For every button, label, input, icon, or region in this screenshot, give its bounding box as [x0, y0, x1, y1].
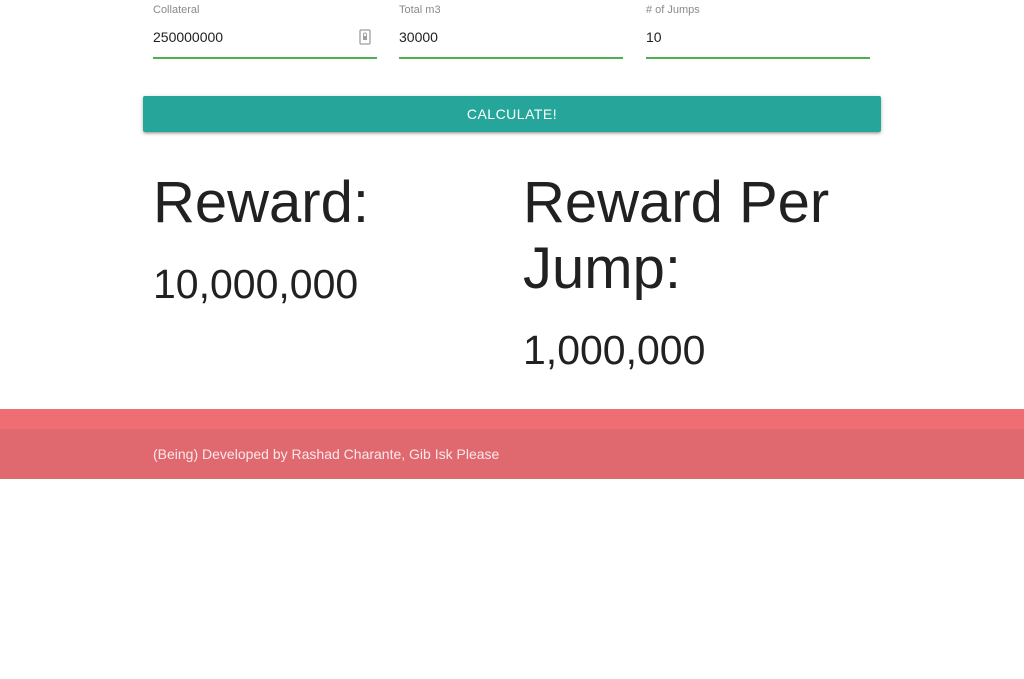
jumps-field: # of Jumps	[646, 0, 870, 60]
page: Collateral Total m3 # of Jumps CALCULATE…	[0, 0, 1024, 679]
total-m3-underline	[399, 57, 623, 59]
password-manager-icon[interactable]	[357, 28, 373, 46]
reward-per-jump-heading-line1: Reward Per	[523, 170, 830, 235]
footer-top-band	[0, 409, 1024, 429]
collateral-input[interactable]	[153, 26, 353, 48]
total-m3-field: Total m3	[399, 0, 623, 60]
jumps-label: # of Jumps	[646, 4, 700, 16]
total-m3-label: Total m3	[399, 4, 441, 16]
jumps-underline	[646, 57, 870, 59]
reward-per-jump-heading: Reward Per Jump:	[523, 170, 829, 302]
collateral-field: Collateral	[153, 0, 377, 60]
reward-per-jump-heading-line2: Jump:	[523, 236, 681, 301]
footer-copyright-bar: (Being) Developed by Rashad Charante, Gi…	[0, 429, 1024, 479]
reward-per-jump-value: 1,000,000	[523, 327, 706, 373]
calculate-button[interactable]: CALCULATE!	[143, 96, 881, 132]
reward-value: 10,000,000	[153, 261, 359, 307]
jumps-input[interactable]	[646, 26, 846, 48]
footer-credit-text: (Being) Developed by Rashad Charante, Gi…	[153, 446, 500, 462]
reward-heading: Reward:	[153, 170, 369, 235]
footer: (Being) Developed by Rashad Charante, Gi…	[0, 409, 1024, 479]
collateral-underline	[153, 57, 377, 59]
collateral-label: Collateral	[153, 4, 200, 16]
total-m3-input[interactable]	[399, 26, 599, 48]
